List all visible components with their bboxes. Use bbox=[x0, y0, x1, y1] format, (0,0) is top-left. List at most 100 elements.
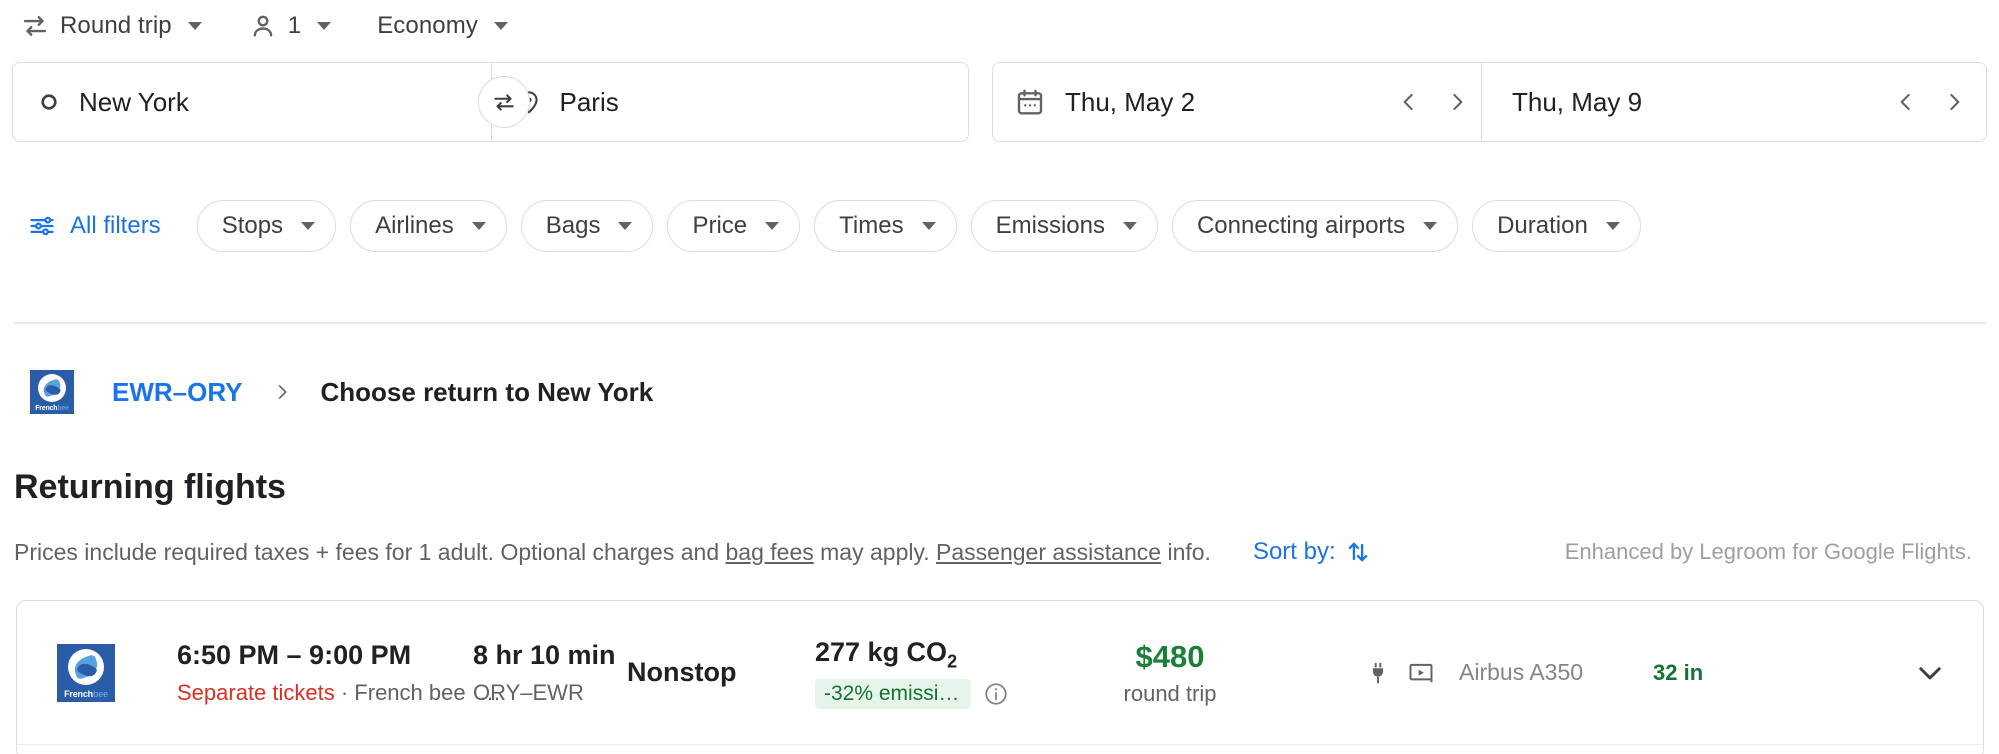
disclaimer-text-2: may apply. bbox=[813, 538, 937, 565]
separate-tickets-badge: Separate tickets bbox=[177, 679, 335, 705]
breadcrumb: Frenchbee EWR–ORY Choose return to New Y… bbox=[30, 365, 653, 419]
chevron-down-icon bbox=[493, 22, 508, 30]
departure-next-day-button[interactable] bbox=[1433, 78, 1481, 126]
person-icon bbox=[248, 11, 278, 41]
filter-chip-label: Airlines bbox=[375, 212, 454, 239]
origin-destination-group: New York Paris bbox=[12, 62, 969, 142]
filter-chip-label: Connecting airports bbox=[1196, 212, 1406, 239]
trip-type-selector[interactable]: Round trip bbox=[12, 2, 214, 50]
amenity-icons bbox=[1365, 659, 1435, 687]
price-disclaimer: Prices include required taxes + fees for… bbox=[14, 539, 1211, 566]
section-divider bbox=[14, 322, 1986, 324]
filter-chip-times[interactable]: Times bbox=[814, 200, 957, 252]
search-form: New York Paris Thu, May 2 Thu, May 9 bbox=[12, 62, 1987, 142]
flight-price: $480 bbox=[1135, 638, 1205, 674]
flight-times: 6:50 PM – 9:00 PM bbox=[177, 639, 412, 670]
breadcrumb-route-link[interactable]: EWR–ORY bbox=[112, 377, 243, 408]
filter-chip-label: Duration bbox=[1497, 212, 1588, 239]
power-outlet-icon bbox=[1365, 660, 1391, 686]
all-filters-button[interactable]: All filters bbox=[22, 200, 167, 252]
emissions-badge-wrap: -32% emissio… bbox=[815, 679, 1065, 710]
return-next-day-button[interactable] bbox=[1930, 78, 1978, 126]
breadcrumb-current-step: Choose return to New York bbox=[320, 376, 654, 407]
info-icon[interactable] bbox=[983, 681, 1009, 707]
video-screen-icon bbox=[1407, 659, 1435, 687]
filter-chip-label: Price bbox=[692, 212, 748, 239]
flight-stops: Nonstop bbox=[627, 657, 737, 688]
departure-date-value: Thu, May 2 bbox=[1065, 86, 1196, 117]
return-date-field[interactable]: Thu, May 9 bbox=[1481, 62, 1978, 142]
filter-chip-duration[interactable]: Duration bbox=[1472, 200, 1641, 252]
filter-chip-stops[interactable]: Stops bbox=[196, 200, 337, 252]
return-date-value: Thu, May 9 bbox=[1512, 86, 1643, 117]
cabin-class-selector[interactable]: Economy bbox=[369, 2, 520, 50]
date-range-picker: Thu, May 2 Thu, May 9 bbox=[992, 62, 1987, 142]
legroom-attribution: Enhanced by Legroom for Google Flights. bbox=[1564, 539, 1972, 564]
destination-value: Paris bbox=[559, 86, 619, 117]
bag-fees-link[interactable]: bag fees bbox=[726, 539, 814, 565]
flight-duration-column: 8 hr 10 min ORY–EWR bbox=[473, 639, 616, 706]
filter-chip-label: Emissions bbox=[995, 212, 1105, 239]
logo-word-bee: bee bbox=[57, 405, 69, 412]
chevron-down-icon bbox=[1122, 222, 1137, 230]
filter-chip-airlines[interactable]: Airlines bbox=[350, 200, 507, 252]
departure-date-field[interactable]: Thu, May 2 bbox=[1015, 62, 1481, 142]
flight-trip-type: round trip bbox=[1123, 680, 1217, 706]
sort-by-button[interactable]: Sort by: bbox=[1253, 538, 1372, 566]
french-bee-logo: Frenchbee bbox=[57, 643, 115, 702]
trip-type-label: Round trip bbox=[60, 12, 172, 39]
disclaimer-text-1: Prices include required taxes + fees for… bbox=[14, 538, 726, 565]
filter-chip-bags[interactable]: Bags bbox=[520, 200, 654, 252]
swap-horizontal-icon bbox=[20, 11, 50, 41]
filters-bar: All filters Stops Airlines Bags Price Ti… bbox=[22, 200, 1655, 252]
filter-chip-price[interactable]: Price bbox=[667, 200, 801, 252]
logo-wordmark: Frenchbee bbox=[30, 405, 74, 412]
flight-emissions: 277 kg CO2 bbox=[815, 636, 1065, 673]
origin-input[interactable]: New York bbox=[12, 62, 490, 142]
sort-by-label: Sort by: bbox=[1252, 538, 1336, 565]
flight-price-column: $480 round trip bbox=[1077, 639, 1263, 707]
emissions-value: 277 kg CO bbox=[815, 636, 948, 667]
chevron-down-icon bbox=[1913, 656, 1947, 690]
chevron-down-icon bbox=[765, 222, 780, 230]
destination-input[interactable]: Paris bbox=[490, 62, 969, 142]
flight-legroom: 32 in bbox=[1653, 659, 1704, 685]
status-badge: -32% emissio… bbox=[815, 679, 971, 710]
flight-aircraft: Airbus A350 bbox=[1459, 659, 1584, 685]
page-title: Returning flights bbox=[14, 468, 286, 506]
all-filters-label: All filters bbox=[70, 212, 161, 239]
chevron-down-icon bbox=[301, 222, 316, 230]
logo-word-bee: bee bbox=[92, 688, 108, 699]
filter-chip-emissions[interactable]: Emissions bbox=[970, 200, 1158, 252]
flight-duration: 8 hr 10 min bbox=[473, 639, 616, 670]
passenger-assistance-link[interactable]: Passenger assistance bbox=[936, 539, 1161, 565]
return-prev-day-button[interactable] bbox=[1882, 78, 1930, 126]
chevron-down-icon bbox=[1423, 222, 1438, 230]
sort-arrows-icon bbox=[1344, 538, 1372, 566]
filter-chip-label: Times bbox=[839, 212, 904, 239]
cabin-class-label: Economy bbox=[377, 12, 478, 39]
google-flights-page: Round trip 1 Economy New York Paris Thu,… bbox=[0, 0, 1999, 754]
chevron-down-icon bbox=[471, 222, 486, 230]
origin-value: New York bbox=[79, 86, 189, 117]
chevron-down-icon bbox=[317, 22, 332, 30]
swap-arrows-icon bbox=[491, 89, 517, 115]
table-row[interactable]: Frenchbee 6:50 PM – 9:00 PM Separate tic… bbox=[17, 601, 1983, 745]
chevron-down-icon bbox=[1605, 222, 1620, 230]
flight-results-list: Frenchbee 6:50 PM – 9:00 PM Separate tic… bbox=[16, 600, 1984, 754]
french-bee-logo: Frenchbee bbox=[30, 370, 74, 414]
logo-wordmark: Frenchbee bbox=[57, 689, 115, 699]
expand-flight-details-button[interactable] bbox=[1899, 642, 1961, 704]
flight-route: ORY–EWR bbox=[473, 679, 584, 705]
flight-stops-column: Nonstop bbox=[627, 656, 797, 689]
airline-logo: Frenchbee bbox=[57, 643, 115, 702]
passengers-count-label: 1 bbox=[287, 12, 302, 39]
departure-prev-day-button[interactable] bbox=[1385, 78, 1433, 126]
tune-icon bbox=[28, 212, 56, 240]
filter-chip-connecting-airports[interactable]: Connecting airports bbox=[1171, 200, 1459, 252]
swap-origin-destination-button[interactable] bbox=[478, 76, 530, 128]
chevron-down-icon bbox=[921, 222, 936, 230]
passengers-selector[interactable]: 1 bbox=[240, 2, 343, 50]
filter-chip-label: Bags bbox=[545, 212, 601, 239]
chevron-down-icon bbox=[618, 222, 633, 230]
